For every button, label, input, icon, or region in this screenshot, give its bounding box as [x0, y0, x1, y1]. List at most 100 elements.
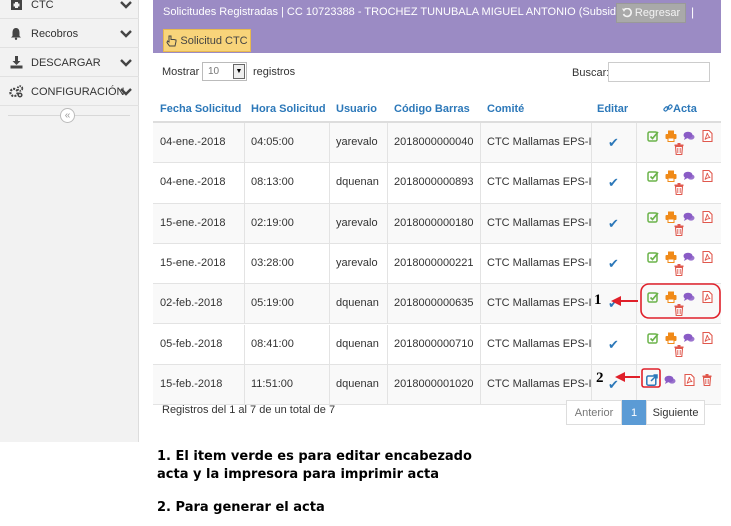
sidebar-item-label: CONFIGURACIÓN: [31, 85, 125, 98]
pdf-icon[interactable]: [701, 331, 713, 344]
edit-icon[interactable]: [647, 170, 659, 183]
column-divider: [480, 203, 481, 243]
edit-check-icon[interactable]: ✔: [608, 135, 619, 151]
column-header-codigo[interactable]: Código Barras: [394, 103, 470, 115]
print-icon[interactable]: [665, 291, 677, 304]
annotation-marker-1: 1: [594, 292, 602, 308]
cell-comite: CTC Mallamas EPS-I: [487, 136, 592, 148]
table-row: 04-ene.-2018 04:05:00 yarevalo 201800000004…: [153, 123, 721, 164]
sidebar-item-descargar[interactable]: DESCARGAR: [0, 49, 139, 77]
pdf-icon[interactable]: [683, 373, 695, 386]
cell-hora: 08:41:00: [251, 337, 294, 350]
new-solicitud-button[interactable]: Solicitud CTC: [163, 29, 251, 52]
comments-icon[interactable]: [683, 170, 695, 182]
column-header-editar[interactable]: Editar: [597, 103, 628, 115]
cell-fecha: 04-ene.-2018: [160, 136, 226, 148]
edit-icon[interactable]: [647, 251, 659, 263]
pagination-next[interactable]: Siguiente: [646, 400, 705, 425]
comments-icon[interactable]: [683, 332, 695, 344]
search-label: Buscar:: [572, 67, 610, 79]
generate-acta-icon[interactable]: [646, 374, 658, 386]
pagination-page-1[interactable]: 1: [622, 400, 646, 425]
edit-check-icon[interactable]: ✔: [608, 337, 619, 353]
edit-icon[interactable]: [647, 332, 659, 344]
edit-check-icon[interactable]: ✔: [608, 256, 619, 272]
edit-icon[interactable]: [647, 211, 659, 223]
column-divider: [480, 364, 481, 405]
cell-usuario: yarevalo: [336, 216, 378, 229]
cell-codigo: 2018000000635: [394, 297, 474, 310]
pagination-previous[interactable]: Anterior: [566, 400, 622, 425]
print-icon[interactable]: [665, 211, 677, 223]
table-info: Registros del 1 al 7 de un total de 7: [162, 404, 336, 416]
column-divider: [329, 243, 330, 284]
cell-usuario: dquenan: [336, 377, 379, 390]
page-length-select[interactable]: 10 ▼: [202, 62, 247, 81]
cell-codigo: 2018000000893: [394, 176, 474, 189]
print-icon[interactable]: [665, 130, 677, 142]
trash-icon[interactable]: [673, 263, 685, 276]
edit-icon[interactable]: [647, 130, 659, 142]
trash-icon[interactable]: [673, 183, 685, 196]
column-divider: [244, 163, 245, 203]
cell-fecha: 05-feb.-2018: [160, 337, 223, 350]
print-icon[interactable]: [665, 251, 677, 263]
trash-icon[interactable]: [673, 344, 685, 357]
column-divider: [329, 163, 330, 203]
annotation-note-1-line-1: 1. El item verde es para editar encabeza…: [157, 449, 472, 464]
chevron-down-icon: [120, 30, 132, 38]
comments-icon[interactable]: [683, 130, 695, 142]
edit-check-icon[interactable]: ✔: [608, 377, 619, 393]
annotation-note-1: 1. El item verde es para editar encabeza…: [157, 448, 472, 484]
trash-icon[interactable]: [673, 143, 685, 155]
print-icon[interactable]: [665, 170, 677, 183]
sidebar-item-ctc[interactable]: CTC: [0, 0, 139, 19]
edit-check-icon[interactable]: ✔: [608, 175, 619, 191]
column-header-fecha[interactable]: Fecha Solicitud: [160, 103, 241, 115]
edit-icon[interactable]: [647, 291, 659, 303]
column-divider: [636, 324, 637, 364]
cell-codigo: 2018000000040: [394, 136, 474, 148]
search-input[interactable]: [608, 62, 710, 82]
pdf-icon[interactable]: [701, 170, 713, 183]
column-header-comite[interactable]: Comité: [487, 103, 524, 115]
sidebar-item-configuracion[interactable]: CONFIGURACIÓN: [0, 78, 139, 106]
comments-icon[interactable]: [664, 374, 676, 386]
bell-icon: [8, 26, 24, 42]
column-divider: [387, 364, 388, 405]
cell-comite: CTC Mallamas EPS-I: [487, 377, 592, 390]
cell-fecha: 04-ene.-2018: [160, 176, 226, 189]
print-icon[interactable]: [665, 332, 677, 344]
column-divider: [480, 284, 481, 324]
column-divider: [387, 243, 388, 284]
comments-icon[interactable]: [683, 291, 695, 303]
sidebar-item-recobros[interactable]: Recobros: [0, 20, 139, 48]
sidebar-item-label: CTC: [31, 0, 54, 11]
download-icon: [8, 55, 24, 71]
sidebar-collapse-button[interactable]: «: [60, 108, 75, 123]
edit-check-icon[interactable]: ✔: [608, 296, 619, 312]
pdf-icon[interactable]: [701, 291, 713, 304]
pdf-icon[interactable]: [701, 210, 713, 223]
column-divider: [636, 123, 637, 163]
comments-icon[interactable]: [683, 211, 695, 223]
trash-icon[interactable]: [673, 304, 685, 317]
cell-comite: CTC Mallamas EPS-I: [487, 216, 592, 229]
trash-icon[interactable]: [701, 373, 713, 386]
pdf-icon[interactable]: [701, 130, 713, 142]
column-header-hora[interactable]: Hora Solicitud: [251, 103, 326, 115]
cell-fecha: 15-feb.-2018: [160, 377, 223, 390]
cell-usuario: yarevalo: [336, 256, 378, 269]
table-row: 02-feb.-2018 05:19:00 dquenan 2018000000635…: [153, 284, 721, 325]
back-button[interactable]: Regresar: [616, 3, 686, 23]
chevron-down-icon: [120, 88, 132, 96]
column-header-acta[interactable]: Acta: [663, 103, 697, 115]
column-divider: [480, 163, 481, 203]
pdf-icon[interactable]: [701, 250, 713, 263]
column-divider: [244, 284, 245, 324]
edit-check-icon[interactable]: ✔: [608, 216, 619, 232]
column-header-usuario[interactable]: Usuario: [336, 103, 377, 115]
pagination: Anterior 1 Siguiente: [566, 400, 705, 425]
comments-icon[interactable]: [683, 251, 695, 263]
trash-icon[interactable]: [673, 223, 685, 236]
